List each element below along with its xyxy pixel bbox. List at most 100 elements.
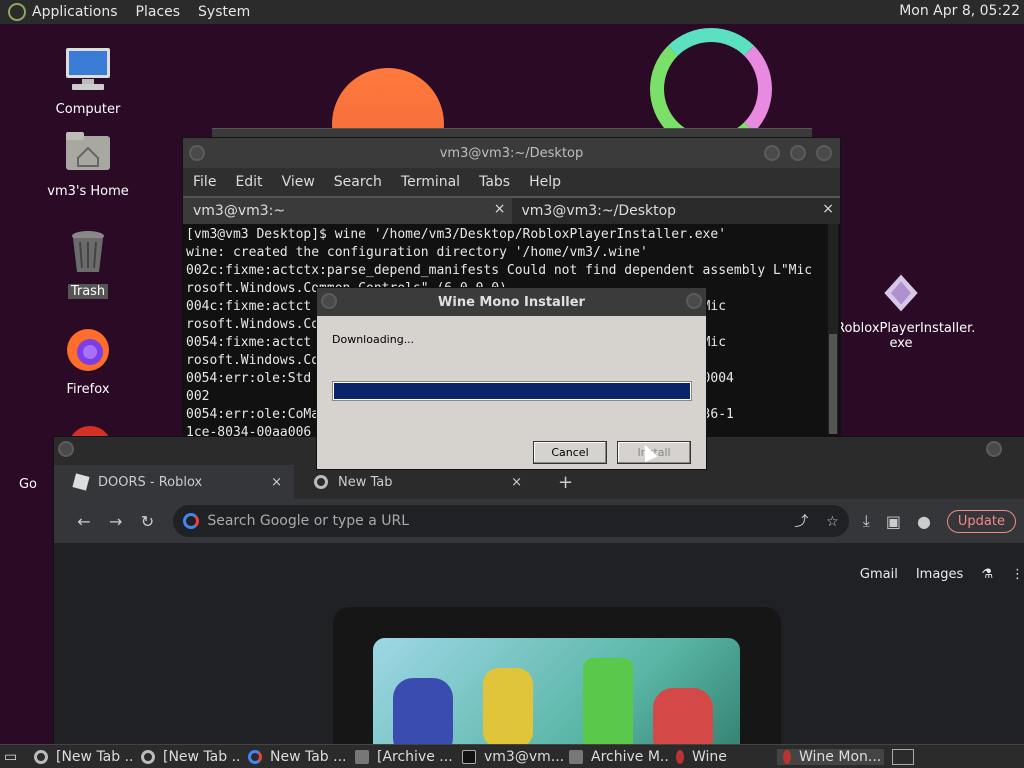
- menu-view[interactable]: View: [282, 174, 315, 190]
- new-tab-button[interactable]: +: [558, 472, 573, 493]
- tab-label: vm3@vm3:~/Desktop: [521, 203, 677, 219]
- omnibox[interactable]: Search Google or type a URL ⤴ ☆: [173, 505, 849, 537]
- home-folder-icon: [66, 132, 110, 170]
- taskbar-item[interactable]: vm3@vm...: [456, 749, 563, 765]
- menu-applications[interactable]: Applications: [32, 4, 118, 20]
- taskbar-item[interactable]: Wine Mon...: [777, 748, 884, 765]
- progress-fill: [334, 383, 690, 399]
- menu-file[interactable]: File: [193, 174, 216, 190]
- taskbar-item[interactable]: [New Tab ...: [135, 749, 242, 765]
- menu-tabs[interactable]: Tabs: [479, 174, 510, 190]
- show-desktop-icon[interactable]: ▭: [0, 749, 28, 765]
- top-panel: Applications Places System Mon Apr 8, 05…: [0, 0, 1024, 24]
- terminal-tab-home[interactable]: vm3@vm3:~ ×: [183, 196, 512, 224]
- taskbar-item-label: [Archive ...: [377, 748, 453, 765]
- profile-icon[interactable]: ●: [917, 512, 931, 531]
- dialog-message: Downloading...: [332, 333, 415, 346]
- tab-close-icon[interactable]: ×: [494, 201, 506, 217]
- taskbar: ▭ [New Tab ... [New Tab ... New Tab ... …: [0, 744, 1024, 768]
- desktop-icon-label: vm3's Home: [47, 184, 129, 199]
- desktop-icon-label: Trash: [67, 284, 109, 299]
- menu-help[interactable]: Help: [529, 174, 561, 190]
- reload-icon[interactable]: ↻: [132, 512, 164, 531]
- close-icon[interactable]: [686, 293, 702, 309]
- doodle-letter: [583, 658, 633, 758]
- taskbar-item-label: Archive M...: [591, 748, 670, 765]
- workspace-switcher-icon[interactable]: [892, 748, 914, 765]
- menu-logo-icon[interactable]: [8, 3, 26, 21]
- chrome-tabstrip: DOORS - Roblox × New Tab × +: [54, 465, 1024, 499]
- menu-places[interactable]: Places: [136, 4, 181, 20]
- desktop-icon-label: RobloxPlayerInstaller. exe: [836, 321, 976, 351]
- window-menu-icon[interactable]: [58, 441, 74, 457]
- download-icon[interactable]: ⤓: [863, 511, 870, 531]
- trash-icon: [72, 231, 104, 272]
- desktop-icon-home[interactable]: vm3's Home: [38, 128, 138, 199]
- taskbar-item[interactable]: Wine: [670, 749, 777, 765]
- firefox-icon: [67, 329, 109, 371]
- taskbar-item[interactable]: [New Tab ...: [28, 749, 135, 765]
- scrollbar-thumb[interactable]: [829, 334, 837, 434]
- labs-icon[interactable]: ⚗: [981, 567, 993, 582]
- desktop-icon-computer[interactable]: Computer: [38, 46, 138, 117]
- minimize-icon[interactable]: [764, 145, 780, 161]
- taskbar-item[interactable]: Archive M...: [563, 749, 670, 765]
- desktop-icon-trash[interactable]: Trash: [38, 228, 138, 299]
- terminal-scrollbar[interactable]: [828, 224, 838, 434]
- chrome-tab-doors[interactable]: DOORS - Roblox ×: [54, 465, 294, 499]
- terminal-tab-desktop[interactable]: vm3@vm3:~/Desktop ×: [511, 196, 840, 224]
- toolbar-actions: ⤓ ▣ ● Update: [863, 509, 1024, 533]
- chrome-tab-newtab[interactable]: New Tab ×: [294, 465, 534, 499]
- forward-icon[interactable]: →: [100, 512, 132, 531]
- executable-icon: [884, 274, 918, 312]
- share-icon[interactable]: ⤴: [794, 514, 808, 530]
- menu-system[interactable]: System: [198, 4, 250, 20]
- window-menu-icon[interactable]: [189, 145, 205, 161]
- menu-terminal[interactable]: Terminal: [401, 174, 460, 190]
- menu-search[interactable]: Search: [334, 174, 382, 190]
- apps-grid-icon[interactable]: ⋮: [1011, 567, 1024, 582]
- tab-label: vm3@vm3:~: [193, 203, 286, 219]
- desktop-icon-label: Computer: [55, 102, 121, 117]
- close-icon[interactable]: [816, 145, 832, 161]
- download-progress-bar: [332, 381, 692, 401]
- chrome-icon: [141, 749, 155, 764]
- menu-edit[interactable]: Edit: [235, 174, 262, 190]
- update-button[interactable]: Update: [946, 509, 1016, 533]
- taskbar-item[interactable]: New Tab ...: [242, 749, 349, 765]
- minimize-icon[interactable]: [986, 441, 1002, 457]
- roblox-icon: [72, 473, 90, 491]
- clock[interactable]: Mon Apr 8, 05:22: [899, 3, 1020, 19]
- window-menu-icon[interactable]: [321, 293, 337, 309]
- tab-label: New Tab: [338, 474, 393, 490]
- tab-label: DOORS - Roblox: [98, 474, 203, 490]
- tab-close-icon[interactable]: ×: [271, 475, 282, 490]
- terminal-titlebar[interactable]: vm3@vm3:~/Desktop: [183, 138, 840, 168]
- taskbar-item-label: Wine: [692, 748, 727, 765]
- cancel-button[interactable]: Cancel: [533, 441, 607, 464]
- taskbar-item[interactable]: [Archive ...: [349, 749, 456, 765]
- gmail-link[interactable]: Gmail: [860, 567, 898, 582]
- tab-close-icon[interactable]: ×: [822, 201, 834, 217]
- back-icon[interactable]: ←: [68, 512, 100, 531]
- dialog-title: Wine Mono Installer: [438, 294, 585, 310]
- taskbar-item-label: [New Tab ...: [56, 748, 135, 765]
- bookmark-star-icon[interactable]: ☆: [826, 514, 839, 530]
- desktop-icon-roblox-installer[interactable]: RobloxPlayerInstaller. exe: [836, 258, 976, 366]
- images-link[interactable]: Images: [916, 567, 964, 582]
- chrome-icon: [314, 475, 328, 489]
- chrome-window[interactable]: DOORS - Roblox × New Tab × + ← → ↻ Searc…: [53, 436, 1024, 768]
- omnibox-actions: ⤴ ☆: [794, 511, 838, 531]
- terminal-menubar: File Edit View Search Terminal Tabs Help: [183, 168, 840, 196]
- wine-icon: [676, 749, 684, 764]
- archive-icon: [569, 749, 583, 764]
- tab-close-icon[interactable]: ×: [511, 475, 522, 490]
- chrome-icon: [248, 749, 262, 764]
- desktop-icon-firefox[interactable]: Firefox: [38, 326, 138, 397]
- terminal-tabs: vm3@vm3:~ × vm3@vm3:~/Desktop ×: [183, 196, 840, 224]
- side-panel-icon[interactable]: ▣: [886, 512, 901, 531]
- maximize-icon[interactable]: [790, 145, 806, 161]
- google-icon: [183, 513, 200, 529]
- dialog-titlebar[interactable]: Wine Mono Installer: [317, 288, 706, 316]
- taskbar-item-label: [New Tab ...: [163, 748, 242, 765]
